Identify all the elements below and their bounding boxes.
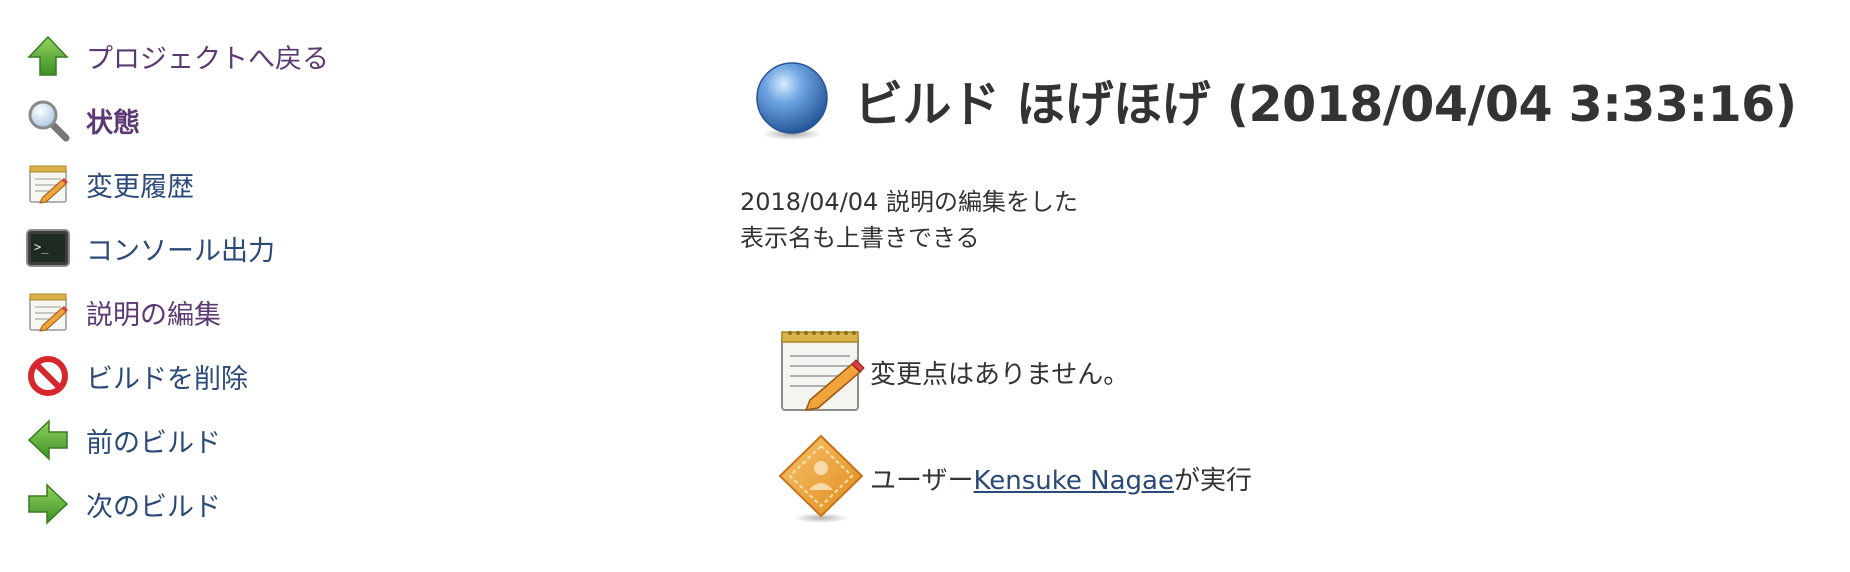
up-arrow-icon [24, 32, 72, 80]
changes-summary: 変更点はありません。 [776, 326, 1129, 418]
blue-ball-icon [756, 62, 828, 140]
notepad-icon [24, 160, 72, 208]
cause-text: ユーザーKensuke Nagaeが実行 [870, 460, 1252, 497]
main-content: ビルド ほげほげ (2018/04/04 3:33:16) 2018/04/04… [740, 0, 1820, 572]
sidebar-item-status[interactable]: 状態 [24, 88, 444, 152]
build-page: プロジェクトへ戻る 状態 変更履歴 >_ コンソール出力 説明の編集 ビルドを削… [0, 0, 1850, 572]
terminal-icon: >_ [24, 224, 72, 272]
sidebar-item-previous-build[interactable]: 前のビルド [24, 408, 444, 472]
description-line: 表示名も上書きできる [740, 224, 980, 252]
build-description: 2018/04/04 説明の編集をした 表示名も上書きできる [740, 184, 1078, 256]
svg-text:>_: >_ [34, 240, 49, 254]
sidebar-item-label: 前のビルド [86, 427, 221, 459]
sidebar-item-next-build[interactable]: 次のビルド [24, 472, 444, 536]
sidebar-item-changes[interactable]: 変更履歴 [24, 152, 444, 216]
build-cause: ユーザーKensuke Nagaeが実行 [776, 432, 1252, 524]
cause-suffix: が実行 [1173, 465, 1252, 496]
page-title: ビルド ほげほげ (2018/04/04 3:33:16) [854, 75, 1797, 133]
cause-prefix: ユーザー [870, 465, 974, 496]
user-diamond-icon [778, 434, 864, 523]
sidebar-item-back-to-project[interactable]: プロジェクトへ戻る [24, 24, 444, 88]
user-link[interactable]: Kensuke Nagae [973, 466, 1173, 496]
sidebar-item-label: 状態 [86, 107, 140, 139]
left-arrow-icon [24, 416, 72, 464]
search-icon [24, 96, 72, 144]
sidebar-item-label: ビルドを削除 [86, 363, 248, 395]
sidebar-item-label: 説明の編集 [86, 299, 221, 331]
sidebar-item-delete-build[interactable]: ビルドを削除 [24, 344, 444, 408]
right-arrow-icon [24, 480, 72, 528]
notepad-icon [24, 288, 72, 336]
sidebar: プロジェクトへ戻る 状態 変更履歴 >_ コンソール出力 説明の編集 ビルドを削… [24, 24, 444, 536]
sidebar-item-label: プロジェクトへ戻る [86, 43, 329, 75]
sidebar-item-edit-description[interactable]: 説明の編集 [24, 280, 444, 344]
description-line: 2018/04/04 説明の編集をした [740, 188, 1078, 216]
sidebar-item-label: コンソール出力 [86, 235, 275, 267]
sidebar-item-console-output[interactable]: >_ コンソール出力 [24, 216, 444, 280]
sidebar-item-label: 次のビルド [86, 491, 221, 523]
notepad-icon [781, 331, 865, 411]
build-header: ビルド ほげほげ (2018/04/04 3:33:16) [750, 58, 1797, 142]
sidebar-item-label: 変更履歴 [86, 171, 194, 203]
no-changes-text: 変更点はありません。 [870, 359, 1130, 390]
no-entry-icon [24, 352, 72, 400]
